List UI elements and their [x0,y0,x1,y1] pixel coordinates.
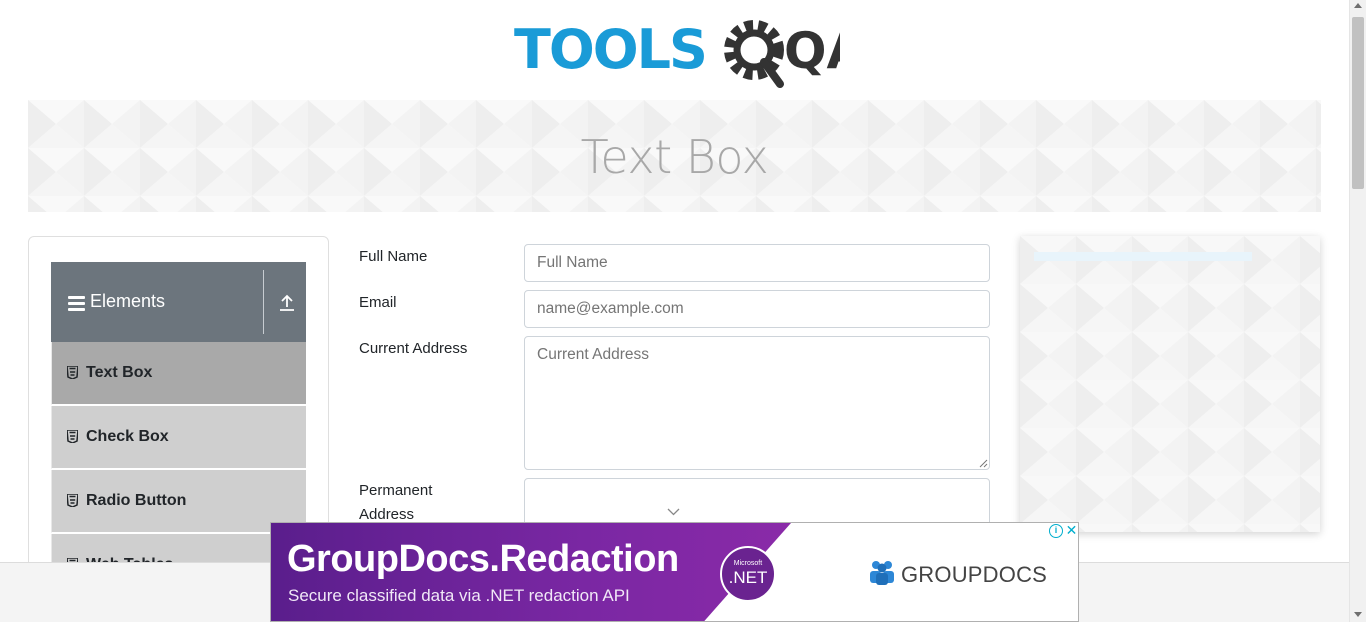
sidebar-group-title: Elements [90,291,166,311]
bottom-ad-banner[interactable]: GroupDocs.Redaction Secure classified da… [270,522,1079,622]
ad-brand: GROUPDOCS [901,562,1048,587]
scroll-up-arrow-icon[interactable] [1354,3,1362,8]
sidebar-item-label: Check Box [86,428,169,445]
html5-icon [67,366,78,379]
ad-pattern [1020,236,1320,532]
ad-title: GroupDocs.Redaction [287,538,679,580]
toolsqa-logo[interactable]: TOOLS QA [514,16,840,90]
page-banner: Text Box [28,100,1321,212]
email-input[interactable] [524,290,990,328]
dotnet-badge-small: Microsoft [733,560,763,567]
scroll-down-arrow-icon[interactable] [1354,612,1362,617]
sidebar-item-radio-button[interactable]: Radio Button [51,470,306,533]
permanent-address-label-line1: Permanent [359,482,433,499]
collapse-upload-icon[interactable] [279,294,295,312]
current-address-textarea[interactable] [524,336,990,470]
groupdocs-people-icon [870,561,894,585]
logo-text-qa: QA [784,22,840,80]
page-scrollbar[interactable] [1349,0,1366,622]
logo-text-tools: TOOLS [514,18,706,81]
ad-info-icon[interactable]: i [1049,524,1063,538]
full-name-input[interactable] [524,244,990,282]
html5-icon [67,494,78,507]
gear-icon [724,20,784,88]
ad-loading-bar [1034,252,1252,261]
page-title: Text Box [580,130,769,184]
sidebar-item-text-box[interactable]: Text Box [51,342,306,405]
right-ad-frame[interactable] [1020,236,1320,532]
email-label: Email [359,294,397,311]
ad-close-icon[interactable]: ✕ [1064,523,1078,538]
scroll-thumb[interactable] [1352,17,1364,189]
sidebar-item-label: Radio Button [86,492,187,509]
permanent-address-label: Permanent Address [359,479,432,527]
sidebar-item-label: Text Box [86,364,153,381]
sidebar-item-check-box[interactable]: Check Box [51,406,306,469]
html5-icon [67,430,78,443]
resize-grip-icon[interactable] [979,459,988,468]
chevron-down-icon [667,508,680,516]
dotnet-badge: Microsoft .NET [720,546,776,602]
current-address-label: Current Address [359,340,468,357]
hamburger-icon [68,296,85,311]
sidebar-group-elements[interactable]: Elements [51,262,306,342]
permanent-address-label-line2: Address [359,506,415,523]
ad-subtitle: Secure classified data via .NET redactio… [288,586,630,605]
full-name-label: Full Name [359,248,428,265]
header-divider [263,270,264,334]
dotnet-badge-big: .NET [728,568,768,587]
page: TOOLS QA Text Box Elements [0,0,1366,622]
